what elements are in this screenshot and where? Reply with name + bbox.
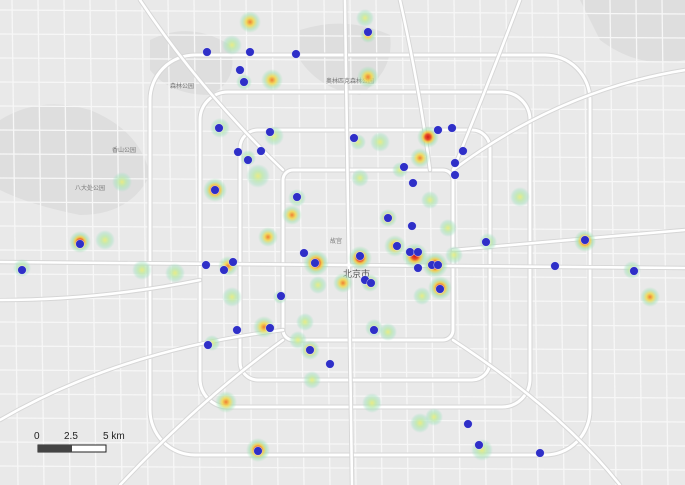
map-canvas[interactable]: 北京市 香山公园 八大处公园 森林公园 奥林匹克森林公园 故宫 0 2.5 5 …: [0, 0, 685, 485]
heatmap-blob: [246, 164, 270, 188]
station-point[interactable]: [305, 345, 315, 355]
station-point[interactable]: [450, 158, 460, 168]
station-point[interactable]: [629, 266, 639, 276]
station-point[interactable]: [433, 125, 443, 135]
heatmap-blob: [640, 287, 660, 307]
place-label-gugong: 故宫: [330, 237, 342, 245]
station-point[interactable]: [474, 440, 484, 450]
heatmap-blob: [413, 287, 431, 305]
station-point[interactable]: [202, 47, 212, 57]
station-point[interactable]: [550, 261, 560, 271]
heatmap-blob: [222, 35, 242, 55]
station-point[interactable]: [214, 123, 224, 133]
station-point[interactable]: [233, 147, 243, 157]
heatmap-blob: [439, 219, 457, 237]
station-point[interactable]: [392, 241, 402, 251]
station-point[interactable]: [228, 257, 238, 267]
station-point[interactable]: [355, 251, 365, 261]
scale-tick-2-5: 2.5: [64, 431, 78, 442]
park-label-xiangshan: 香山公园: [112, 146, 136, 154]
map-svg[interactable]: 北京市 香山公园 八大处公园 森林公园 奥林匹克森林公园 故宫 0 2.5 5 …: [0, 0, 685, 485]
heatmap-blob: [282, 205, 302, 225]
station-point[interactable]: [219, 265, 229, 275]
scale-bar-dark-segment: [38, 445, 72, 452]
heatmap-blob: [351, 169, 369, 187]
station-point[interactable]: [408, 178, 418, 188]
station-point[interactable]: [363, 27, 373, 37]
heatmap-blob: [303, 371, 321, 389]
heatmap-blob: [445, 246, 463, 264]
station-point[interactable]: [265, 127, 275, 137]
station-point[interactable]: [239, 77, 249, 87]
station-point[interactable]: [201, 260, 211, 270]
station-point[interactable]: [435, 284, 445, 294]
scale-tick-0: 0: [34, 431, 40, 442]
station-point[interactable]: [535, 448, 545, 458]
heatmap-blob: [296, 313, 314, 331]
scale-tick-5km: 5 km: [103, 431, 125, 442]
heatmap-blob: [379, 323, 397, 341]
heatmap-blob: [510, 187, 530, 207]
station-point[interactable]: [310, 258, 320, 268]
heatmap-blob: [421, 191, 439, 209]
heatmap-blob: [215, 391, 237, 413]
station-point[interactable]: [243, 155, 253, 165]
park-label-forest: 森林公园: [170, 82, 194, 90]
heatmap-blob: [112, 172, 132, 192]
heatmap-blob: [258, 227, 278, 247]
station-point[interactable]: [458, 146, 468, 156]
heatmap-blob: [239, 11, 261, 33]
station-point[interactable]: [253, 446, 263, 456]
station-point[interactable]: [349, 133, 359, 143]
station-point[interactable]: [407, 221, 417, 231]
station-point[interactable]: [292, 192, 302, 202]
station-point[interactable]: [299, 248, 309, 258]
station-point[interactable]: [291, 49, 301, 59]
heatmap-blob: [95, 230, 115, 250]
heatmap-blob: [222, 287, 242, 307]
heatmap-blob: [362, 393, 382, 413]
station-point[interactable]: [399, 162, 409, 172]
heatmap-blob: [410, 148, 430, 168]
park-label-badachu: 八大处公园: [75, 184, 105, 192]
heatmap-blob: [309, 276, 327, 294]
station-point[interactable]: [447, 123, 457, 133]
station-point[interactable]: [75, 239, 85, 249]
station-point[interactable]: [276, 291, 286, 301]
heatmap-blob: [333, 273, 353, 293]
station-point[interactable]: [235, 65, 245, 75]
station-point[interactable]: [413, 247, 423, 257]
station-point[interactable]: [265, 323, 275, 333]
heatmap-blob: [356, 9, 374, 27]
station-point[interactable]: [463, 419, 473, 429]
station-point[interactable]: [383, 213, 393, 223]
station-point[interactable]: [450, 170, 460, 180]
station-point[interactable]: [433, 260, 443, 270]
station-point[interactable]: [366, 278, 376, 288]
station-point[interactable]: [245, 47, 255, 57]
station-point[interactable]: [203, 340, 213, 350]
station-point[interactable]: [210, 185, 220, 195]
station-point[interactable]: [413, 263, 423, 273]
heatmap-blob: [261, 69, 283, 91]
station-point[interactable]: [369, 325, 379, 335]
heatmap-blob: [425, 408, 443, 426]
station-point[interactable]: [481, 237, 491, 247]
station-point[interactable]: [325, 359, 335, 369]
station-point[interactable]: [580, 235, 590, 245]
heatmap-blob: [132, 260, 152, 280]
station-point[interactable]: [405, 247, 415, 257]
station-point[interactable]: [232, 325, 242, 335]
heatmap-blob: [370, 132, 390, 152]
station-point[interactable]: [17, 265, 27, 275]
station-point[interactable]: [256, 146, 266, 156]
heatmap-blob: [357, 66, 379, 88]
heatmap-blob: [165, 263, 185, 283]
